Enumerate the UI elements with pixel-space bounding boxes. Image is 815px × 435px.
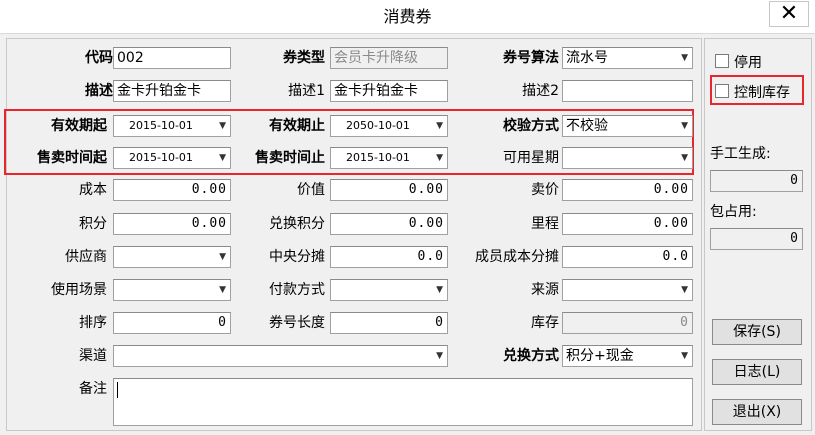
check-mode-select[interactable]: 不校验 ▼ — [562, 115, 693, 137]
valid-from-datepicker[interactable]: 2015-10-01 ▼ — [113, 115, 231, 137]
chevron-down-icon[interactable]: ▼ — [681, 148, 688, 168]
description1-label: 描述1 — [288, 83, 325, 99]
source-label: 来源 — [531, 282, 559, 298]
save-button[interactable]: 保存(S) — [712, 319, 802, 345]
valid-to-datepicker[interactable]: 2050-10-01 ▼ — [330, 115, 448, 137]
cost-input[interactable]: 0.00 — [113, 179, 231, 201]
sale-from-label: 售卖时间起 — [37, 150, 107, 166]
weekday-select[interactable]: ▼ — [562, 147, 693, 169]
chevron-down-icon[interactable]: ▼ — [681, 48, 688, 68]
exit-button[interactable]: 退出(X) — [712, 399, 802, 425]
window-title: 消费券 — [383, 7, 432, 26]
control-stock-label: 控制库存 — [734, 85, 790, 101]
sale-to-label: 售卖时间止 — [255, 150, 325, 166]
remark-label: 备注 — [79, 381, 107, 397]
title-bar: 消费券 ✕ — [0, 0, 815, 34]
points-label: 积分 — [79, 216, 107, 232]
payment-label: 付款方式 — [269, 282, 325, 298]
chevron-down-icon[interactable]: ▼ — [681, 280, 688, 300]
member-share-label: 成员成本分摊 — [475, 249, 559, 265]
remark-textarea[interactable] — [113, 378, 693, 426]
valid-from-label: 有效期起 — [51, 118, 107, 134]
stock-label: 库存 — [531, 315, 559, 331]
log-button[interactable]: 日志(L) — [712, 359, 802, 385]
scene-select[interactable]: ▼ — [113, 279, 231, 301]
disabled-checkbox-label: 停用 — [734, 55, 762, 71]
supplier-label: 供应商 — [65, 249, 107, 265]
code-input[interactable]: 002 — [113, 47, 231, 69]
price-input[interactable]: 0.00 — [562, 179, 693, 201]
redeem-mode-select[interactable]: 积分+现金 ▼ — [562, 345, 693, 367]
channel-select[interactable]: ▼ — [113, 345, 448, 367]
chevron-down-icon[interactable]: ▼ — [681, 346, 688, 366]
manual-generate-value: 0 — [710, 170, 803, 192]
points-input[interactable]: 0.00 — [113, 213, 231, 235]
algorithm-value: 流水号 — [566, 50, 608, 66]
channel-label: 渠道 — [79, 348, 107, 364]
source-select[interactable]: ▼ — [562, 279, 693, 301]
check-mode-value: 不校验 — [566, 118, 608, 134]
sale-from-datepicker[interactable]: 2015-10-01 ▼ — [113, 147, 231, 169]
sale-from-value: 2015-10-01 — [129, 151, 193, 164]
control-stock-checkbox[interactable] — [715, 84, 729, 98]
price-label: 卖价 — [531, 182, 559, 198]
stock-input[interactable]: 0 — [562, 312, 693, 334]
coupon-type-input[interactable]: 会员卡升降级 — [330, 47, 448, 69]
chevron-down-icon[interactable]: ▼ — [436, 280, 443, 300]
central-share-label: 中央分摊 — [269, 249, 325, 265]
central-share-input[interactable]: 0.0 — [330, 246, 448, 268]
supplier-select[interactable]: ▼ — [113, 246, 231, 268]
redeem-mode-label: 兑换方式 — [503, 348, 559, 364]
chevron-down-icon[interactable]: ▼ — [219, 148, 226, 168]
form-panel: 代码 002 券类型 会员卡升降级 券号算法 流水号 ▼ 描述 金卡升铂金卡 描述… — [4, 38, 702, 431]
weekday-label: 可用星期 — [503, 150, 559, 166]
chevron-down-icon[interactable]: ▼ — [436, 346, 443, 366]
sort-label: 排序 — [79, 315, 107, 331]
valid-to-value: 2050-10-01 — [346, 119, 410, 132]
algorithm-select[interactable]: 流水号 ▼ — [562, 47, 693, 69]
chevron-down-icon[interactable]: ▼ — [436, 148, 443, 168]
chevron-down-icon[interactable]: ▼ — [436, 116, 443, 136]
sale-to-value: 2015-10-01 — [346, 151, 410, 164]
manual-generate-label: 手工生成: — [710, 146, 771, 162]
description-label: 描述 — [85, 83, 113, 99]
redeem-points-label: 兑换积分 — [269, 216, 325, 232]
worth-input[interactable]: 0.00 — [330, 179, 448, 201]
included-value: 0 — [710, 228, 803, 250]
text-caret — [117, 382, 118, 398]
sale-to-datepicker[interactable]: 2015-10-01 ▼ — [330, 147, 448, 169]
mileage-input[interactable]: 0.00 — [562, 213, 693, 235]
description2-label: 描述2 — [522, 83, 559, 99]
chevron-down-icon[interactable]: ▼ — [681, 116, 688, 136]
chevron-down-icon[interactable]: ▼ — [219, 247, 226, 267]
code-length-input[interactable]: 0 — [330, 312, 448, 334]
check-mode-label: 校验方式 — [503, 118, 559, 134]
sort-input[interactable]: 0 — [113, 312, 231, 334]
valid-from-value: 2015-10-01 — [129, 119, 193, 132]
scene-label: 使用场景 — [51, 282, 107, 298]
close-icon: ✕ — [779, 1, 799, 26]
payment-select[interactable]: ▼ — [330, 279, 448, 301]
side-panel: 停用 控制库存 手工生成: 0 包占用: 0 保存(S) 日志(L) 退出(X) — [704, 38, 812, 431]
description-input[interactable]: 金卡升铂金卡 — [113, 80, 231, 102]
disabled-checkbox[interactable] — [715, 54, 729, 68]
description1-input[interactable]: 金卡升铂金卡 — [330, 80, 448, 102]
description2-input[interactable] — [562, 80, 693, 102]
member-share-input[interactable]: 0.0 — [562, 246, 693, 268]
chevron-down-icon[interactable]: ▼ — [219, 116, 226, 136]
mileage-label: 里程 — [531, 216, 559, 232]
close-button[interactable]: ✕ — [769, 1, 809, 27]
valid-to-label: 有效期止 — [269, 118, 325, 134]
redeem-points-input[interactable]: 0.00 — [330, 213, 448, 235]
redeem-mode-value: 积分+现金 — [566, 348, 634, 364]
cost-label: 成本 — [79, 182, 107, 198]
worth-label: 价值 — [297, 182, 325, 198]
included-label: 包占用: — [710, 204, 757, 220]
chevron-down-icon[interactable]: ▼ — [219, 280, 226, 300]
algorithm-label: 券号算法 — [503, 50, 559, 66]
code-label: 代码 — [85, 50, 113, 66]
code-length-label: 券号长度 — [269, 315, 325, 331]
coupon-type-label: 券类型 — [283, 50, 325, 66]
